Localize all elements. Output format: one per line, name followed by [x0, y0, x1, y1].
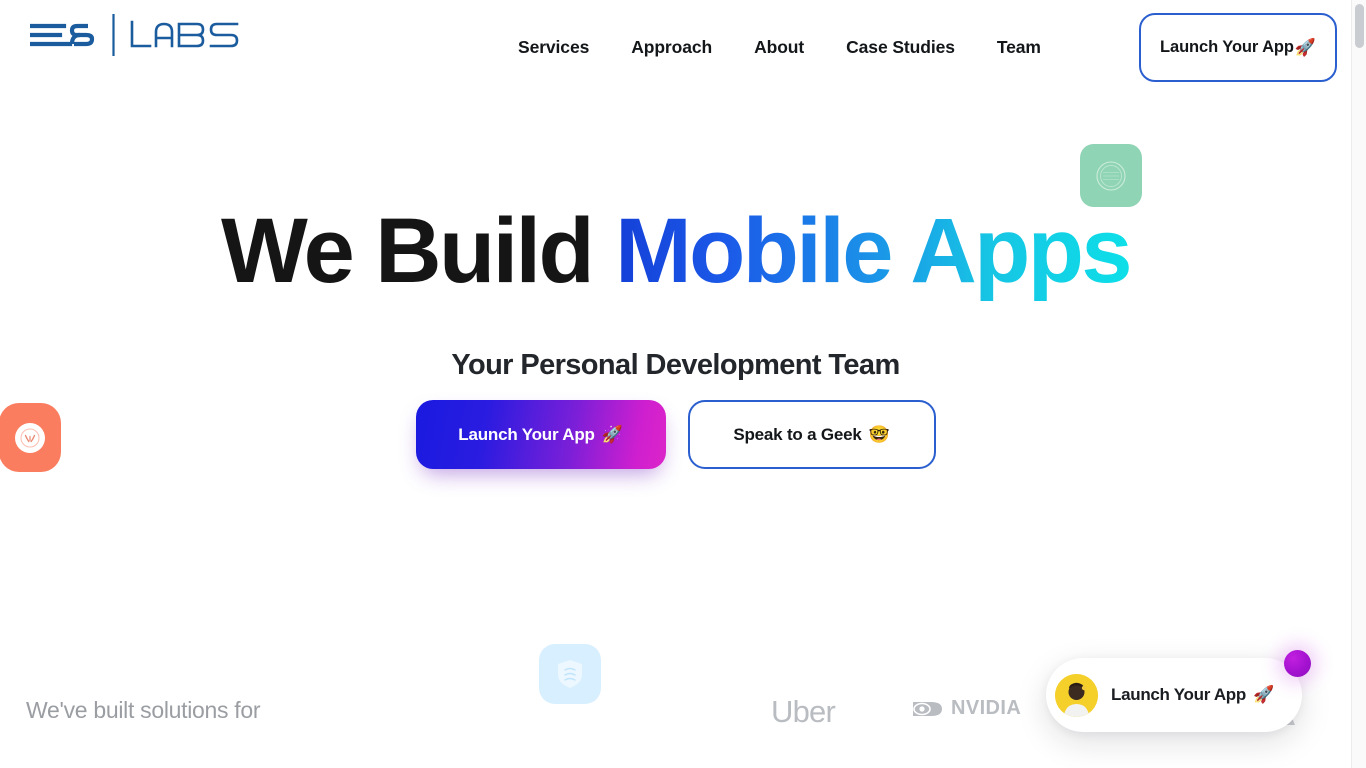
badge-emblem-icon	[1096, 160, 1126, 191]
shield-emblem-icon	[558, 660, 582, 688]
hero-title-gradient: Mobile Apps	[615, 200, 1132, 302]
hero-speak-to-geek-button[interactable]: Speak to a Geek 🤓	[687, 400, 936, 469]
nav-item-team[interactable]: Team	[976, 0, 1062, 95]
green-app-icon	[1080, 144, 1142, 207]
hero-subtitle: Your Personal Development Team	[451, 349, 900, 381]
header-launch-app-button[interactable]: Launch Your App 🚀	[1139, 13, 1337, 82]
brand-logo[interactable]: E8 LABS	[30, 14, 241, 56]
rocket-icon: 🚀	[1294, 37, 1316, 57]
orange-app-icon	[0, 403, 61, 472]
person-avatar-icon	[1055, 673, 1098, 717]
avatar	[1055, 673, 1098, 717]
brand-divider-icon	[112, 14, 115, 56]
floating-chat-widget[interactable]: Launch Your App 🚀	[1046, 658, 1302, 732]
hero-title-plain: We Build	[221, 200, 616, 302]
chat-message-label: Launch Your App	[1111, 685, 1246, 704]
header-cta-label: Launch Your App	[1160, 38, 1294, 56]
page-root: E8 LABS Services Approach About Case Stu…	[0, 0, 1351, 768]
client-logo-uber: Uber	[771, 694, 836, 729]
nav-item-services[interactable]: Services	[497, 0, 610, 95]
rocket-icon: 🚀	[601, 424, 623, 444]
blue-app-icon	[539, 644, 601, 704]
e8-logo-icon	[30, 23, 95, 47]
scrollbar-thumb[interactable]	[1355, 4, 1364, 48]
chat-widget-message: Launch Your App 🚀	[1111, 685, 1274, 705]
nerd-face-icon: 🤓	[868, 424, 890, 444]
site-header: E8 LABS Services Approach About Case Stu…	[0, 0, 1351, 95]
clients-label: We've built solutions for	[26, 697, 261, 723]
owl-emblem-icon	[15, 422, 45, 453]
owl-glyph-icon	[20, 428, 40, 447]
rocket-icon: 🚀	[1252, 685, 1274, 704]
labs-wordmark-icon	[130, 20, 239, 48]
hero-secondary-label: Speak to a Geek	[733, 424, 862, 444]
nvidia-wordmark: NVIDIA	[951, 697, 1022, 719]
hero-cta-group: Launch Your App 🚀 Speak to a Geek 🤓	[0, 400, 1351, 469]
nvidia-eye-icon	[913, 701, 942, 716]
nav-item-about[interactable]: About	[733, 0, 825, 95]
nav-item-case-studies[interactable]: Case Studies	[825, 0, 976, 95]
client-logo-nvidia: NVIDIA	[911, 697, 1021, 720]
hero-section: We Build Mobile Apps Your Personal Devel…	[0, 95, 1351, 635]
hero-launch-app-button[interactable]: Launch Your App 🚀	[415, 400, 666, 469]
primary-nav: Services Approach About Case Studies Tea…	[497, 0, 1062, 95]
page-title: We Build Mobile Apps	[0, 203, 1351, 300]
hero-primary-label: Launch Your App	[458, 424, 595, 444]
nav-item-approach[interactable]: Approach	[610, 0, 733, 95]
page-scrollbar[interactable]	[1351, 0, 1366, 768]
chat-notification-dot[interactable]	[1284, 650, 1311, 677]
